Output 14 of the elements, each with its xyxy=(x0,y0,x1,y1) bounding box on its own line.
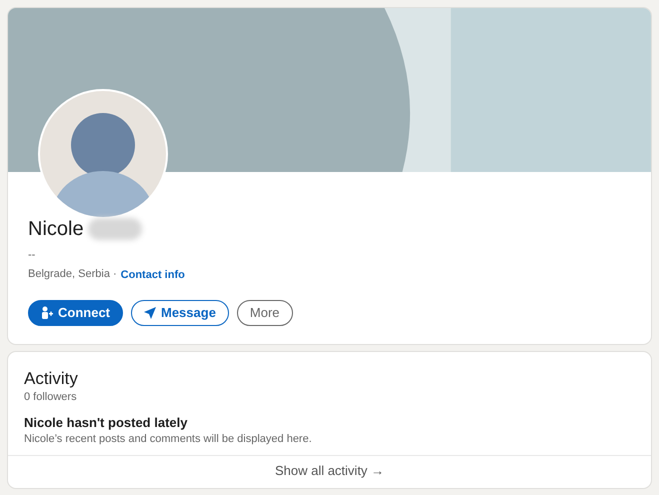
message-button[interactable]: Message xyxy=(131,300,229,326)
contact-info-link[interactable]: Contact info xyxy=(120,267,185,284)
followers-count: 0 followers xyxy=(24,390,78,404)
connect-button[interactable]: Connect xyxy=(28,300,123,326)
headline: -- xyxy=(28,248,36,263)
more-button[interactable]: More xyxy=(236,300,293,326)
profile-name: Nicole xyxy=(28,217,84,242)
show-all-activity-link[interactable]: Show all activity → xyxy=(274,462,384,480)
location: Belgrade, Serbia · xyxy=(28,267,117,282)
empty-state-text: Nicole’s recent posts and comments will be displayed here. xyxy=(24,432,313,447)
section-title: Activity xyxy=(24,368,79,390)
send-icon xyxy=(144,306,156,318)
person-add-icon xyxy=(41,306,53,319)
empty-state-title: Nicole hasn't posted lately xyxy=(24,414,188,432)
